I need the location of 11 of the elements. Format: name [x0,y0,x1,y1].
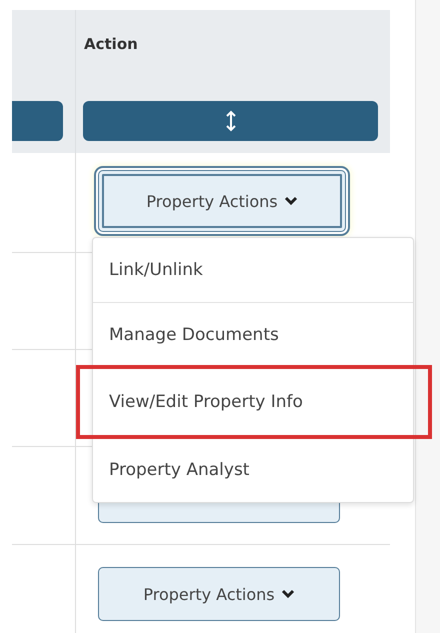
property-actions-button[interactable]: Property Actions [98,567,340,621]
menu-item[interactable]: Link/Unlink [93,238,413,303]
menu-item[interactable]: View/Edit Property Info [93,367,413,438]
filter-bar[interactable] [12,101,63,141]
chevron-down-icon [284,196,298,206]
menu-item[interactable]: Manage Documents [93,303,413,367]
chevron-down-icon [280,589,295,599]
sort-button[interactable] [83,101,378,141]
menu-item[interactable]: Property Analyst [93,438,413,502]
vertical-arrows-icon [226,110,236,132]
column-header: Action [84,35,138,53]
